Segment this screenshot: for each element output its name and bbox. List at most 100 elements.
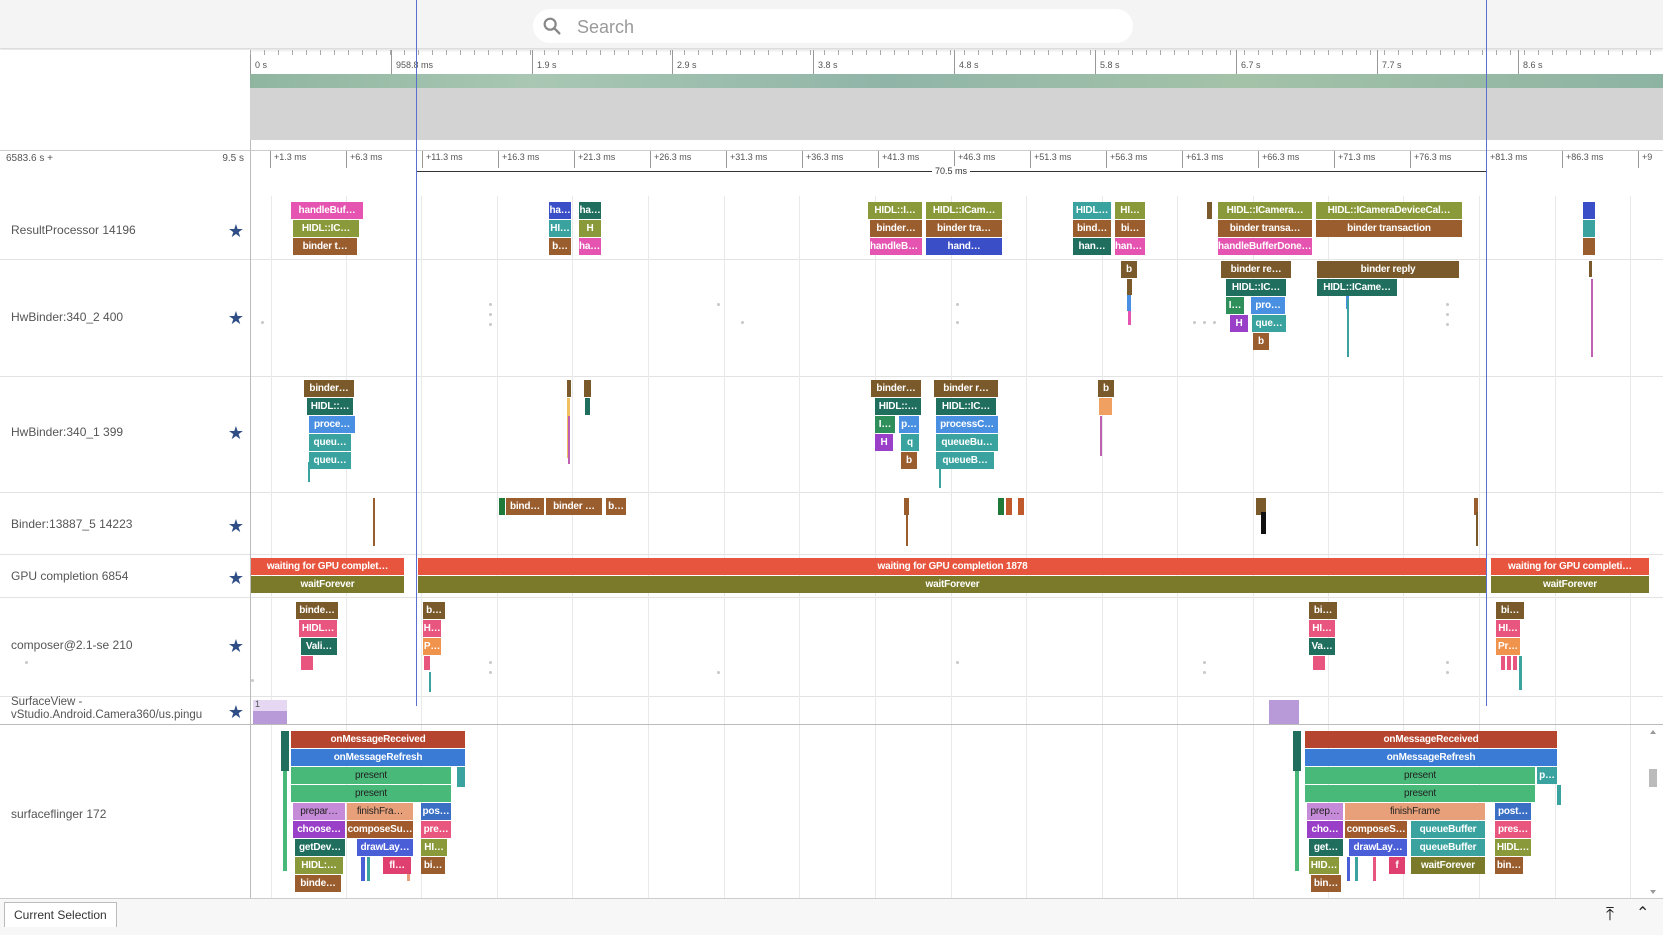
slice-sliver[interactable] [361, 857, 365, 881]
trace-slice[interactable]: b [901, 452, 917, 469]
slice-sliver[interactable] [1313, 656, 1325, 670]
trace-slice[interactable]: get… [1309, 839, 1343, 856]
trace-slice[interactable]: composeSu… [347, 821, 413, 838]
trace-slice[interactable]: Va… [1309, 638, 1335, 655]
overview-timeline[interactable]: 0 s 958.8 ms 1.9 s 2.9 s 3.8 s 4.8 s 5.8 s 6.7 … [0, 50, 1663, 150]
slice-sliver[interactable] [1006, 498, 1012, 515]
slice-sliver[interactable] [367, 857, 370, 881]
trace-slice[interactable]: b… [549, 238, 571, 255]
trace-slice[interactable]: HIDL::… [307, 398, 353, 415]
trace-slice[interactable]: handleBuff… [870, 238, 922, 255]
trace-slice[interactable]: binder transaction [1316, 220, 1462, 237]
pin-track-star-icon[interactable]: ★ [227, 309, 245, 327]
trace-slice[interactable]: HIDL::ICam… [926, 202, 1002, 219]
trace-slice[interactable]: handleB… [579, 238, 601, 255]
trace-slice[interactable]: onMessageReceived [291, 731, 465, 748]
pin-track-star-icon[interactable]: ★ [227, 569, 245, 587]
trace-slice[interactable]: f [1389, 857, 1405, 874]
trace-slice[interactable]: waitForever [1411, 857, 1485, 874]
trace-slice[interactable]: b… [606, 498, 626, 515]
trace-slice[interactable]: binder r… [934, 380, 998, 397]
trace-slice[interactable]: binder transa… [1218, 220, 1312, 237]
trace-slice[interactable]: handleBuf… [291, 202, 363, 219]
slice-sliver[interactable] [1501, 656, 1505, 670]
slice-sliver[interactable] [1099, 398, 1112, 415]
track-content[interactable]: handleBuf… HIDL::IC… binder t… ha… HI… b… ha… H… [250, 196, 1663, 259]
selection-end-marker[interactable] [1486, 0, 1487, 706]
search-box[interactable] [533, 9, 1133, 45]
slice-sliver[interactable] [1269, 700, 1299, 724]
trace-slice[interactable]: HIDL::I… [868, 202, 922, 219]
pin-track-star-icon[interactable]: ★ [227, 517, 245, 535]
track-1[interactable]: HwBinder:340_2 400 ★ b binder re… HIDL::IC… I… [0, 259, 1663, 377]
trace-slice[interactable]: HI… [1496, 620, 1520, 637]
slice-sliver[interactable] [281, 731, 289, 771]
slice-sliver[interactable] [1557, 785, 1561, 805]
trace-slice[interactable]: binder… [870, 220, 922, 237]
pin-track-star-icon[interactable]: ★ [227, 424, 245, 442]
slice-sliver[interactable] [939, 468, 941, 488]
trace-slice[interactable]: HIDL::IC… [936, 398, 996, 415]
trace-slice[interactable]: bin… [1311, 875, 1341, 892]
trace-slice[interactable]: HIDL… [299, 620, 337, 637]
slice-sliver[interactable] [585, 398, 590, 415]
scrollbar[interactable] [1647, 729, 1659, 895]
track-0[interactable]: ResultProcessor 14196 ★ handleBuf… HIDL::IC… [0, 196, 1663, 260]
slice-sliver[interactable] [429, 672, 431, 692]
slice-sliver[interactable] [1295, 771, 1299, 871]
trace-slice[interactable]: HIDL::ICame… [1317, 279, 1397, 296]
track-4[interactable]: GPU completion 6854 ★ waiting for GPU comp… [0, 554, 1663, 598]
search-input[interactable] [575, 9, 1119, 45]
trace-slice[interactable]: getDev… [295, 839, 345, 856]
trace-slice[interactable]: pres… [1495, 821, 1531, 838]
trace-slice[interactable]: waiting for GPU complet… [251, 558, 404, 575]
trace-slice[interactable]: pro… [1251, 297, 1285, 314]
trace-slice[interactable]: HI… [421, 839, 447, 856]
trace-slice[interactable]: Pr… [1496, 638, 1520, 655]
trace-slice[interactable]: Vali… [301, 638, 337, 655]
slice-sliver[interactable] [1347, 299, 1349, 357]
trace-slice[interactable]: binder… [871, 380, 921, 397]
trace-slice[interactable]: waitForever [1491, 576, 1649, 593]
slice-sliver[interactable] [1583, 202, 1595, 219]
trace-slice[interactable]: waitForever [251, 576, 404, 593]
trace-slice[interactable]: HIDL::ICameraDeviceCal… [1316, 202, 1462, 219]
trace-slice[interactable]: present [291, 785, 451, 802]
trace-slice[interactable]: onMessageReceived [1305, 731, 1557, 748]
track-content[interactable]: onMessageReceived onMessageRefresh present… [250, 725, 1663, 899]
pin-track-star-icon[interactable]: ★ [227, 222, 245, 240]
trace-slice[interactable]: drawLay… [1349, 839, 1407, 856]
slice-sliver[interactable] [283, 771, 287, 871]
trace-slice[interactable]: binder… [304, 380, 354, 397]
track-5[interactable]: composer@2.1-se 210 ★ binde… HIDL… Vali… b… H…… [0, 597, 1663, 697]
trace-slice[interactable]: handleBufferD… [1115, 238, 1145, 255]
trace-slice[interactable]: composeS… [1345, 821, 1407, 838]
trace-slice[interactable]: HI… [1309, 620, 1335, 637]
slice-sliver[interactable] [424, 656, 430, 670]
trace-slice[interactable]: bind… [506, 498, 544, 515]
trace-slice[interactable]: hand… [926, 238, 1002, 255]
trace-slice[interactable]: bi… [1115, 220, 1145, 237]
trace-slice[interactable]: binder re… [1221, 261, 1291, 278]
slice-sliver[interactable] [906, 514, 908, 546]
trace-slice[interactable]: ha… [579, 202, 601, 219]
trace-slice[interactable]: onMessageRefresh [1305, 749, 1557, 766]
trace-slice[interactable]: b… [423, 602, 445, 619]
trace-slice[interactable]: binde… [296, 602, 338, 619]
trace-slice[interactable]: queueBu… [936, 434, 998, 451]
selection-start-marker[interactable] [416, 0, 417, 706]
trace-slice[interactable]: present [1305, 785, 1535, 802]
overview-visible-window[interactable] [250, 74, 1663, 140]
trace-slice[interactable]: binder … [546, 498, 602, 515]
trace-slice[interactable]: bi… [421, 857, 445, 874]
track-surfaceflinger[interactable]: surfaceflinger 172 onMessageReceived onMe… [0, 724, 1663, 899]
slice-sliver[interactable] [1018, 498, 1024, 515]
trace-slice[interactable]: proce… [309, 416, 355, 433]
trace-slice[interactable]: que… [1252, 315, 1286, 332]
slice-sliver[interactable] [568, 416, 570, 464]
slice-sliver[interactable] [1207, 202, 1212, 219]
trace-slice[interactable]: HIDL… [1073, 202, 1111, 219]
trace-slice[interactable]: finishFrame [1345, 803, 1485, 820]
trace-slice[interactable]: HID… [1309, 857, 1339, 874]
slice-sliver[interactable] [1127, 295, 1131, 311]
